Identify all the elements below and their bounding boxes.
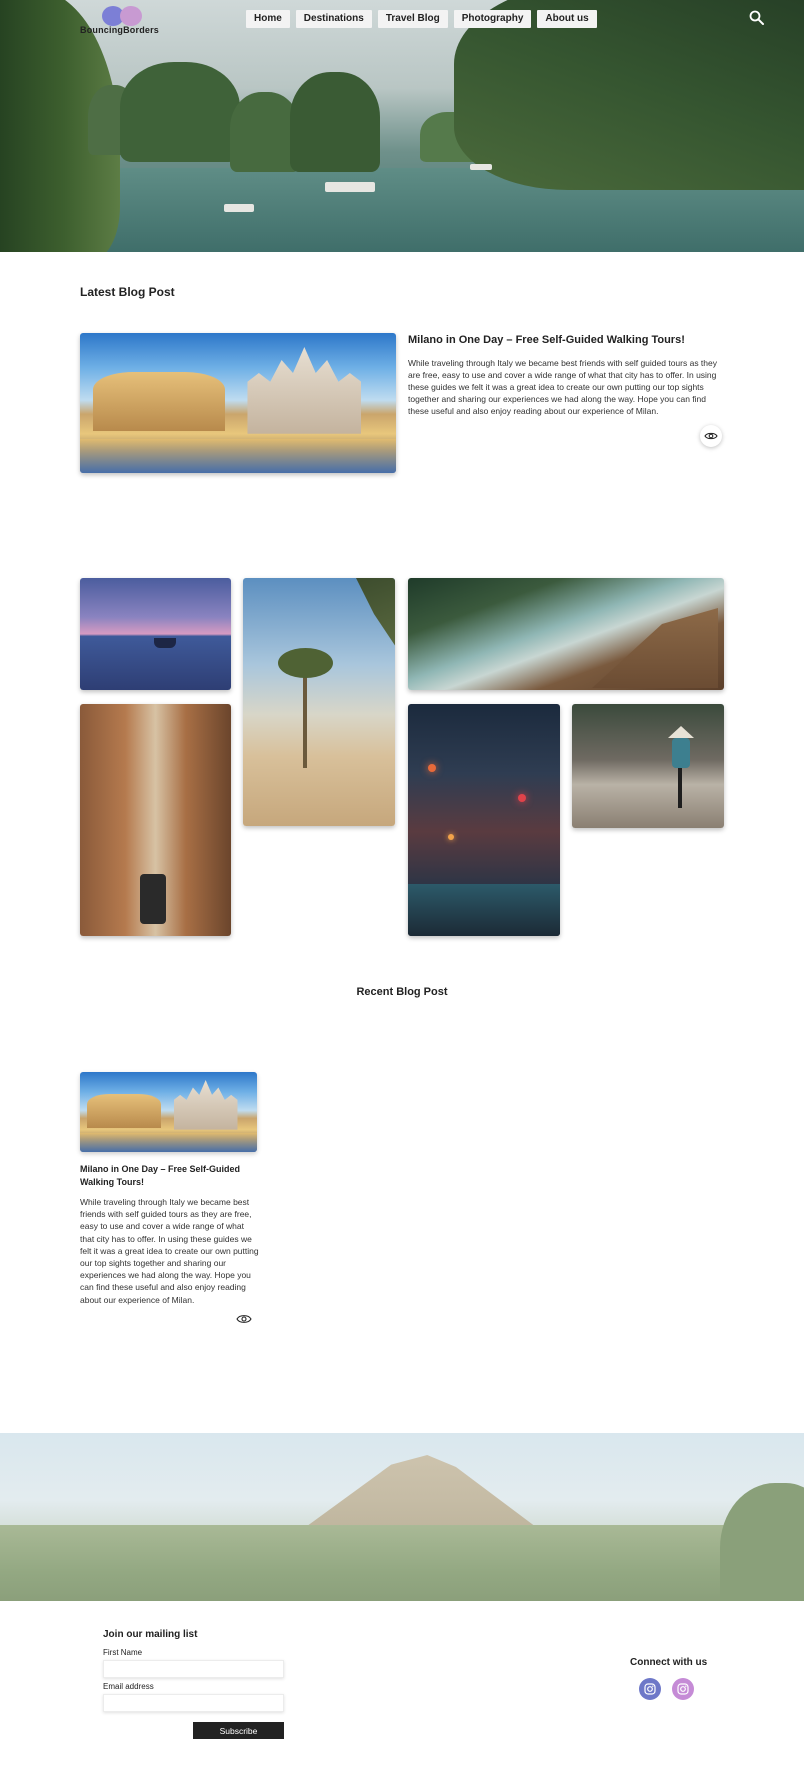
nav-destinations[interactable]: Destinations [295, 10, 372, 28]
first-name-field[interactable] [103, 1660, 284, 1678]
site-logo[interactable]: BouncingBorders [80, 4, 170, 36]
globe-logo-icon [102, 6, 142, 26]
recent-post-excerpt: While traveling through Italy we became … [80, 1197, 259, 1305]
eye-icon[interactable] [700, 425, 722, 447]
karst-cliff-right [454, 0, 804, 190]
main-nav: Home Destinations Travel Blog Photograph… [246, 10, 597, 28]
first-name-label: First Name [103, 1648, 143, 1657]
eye-icon[interactable] [236, 1312, 252, 1324]
featured-post-title[interactable]: Milano in One Day – Free Self-Guided Wal… [408, 334, 728, 346]
instagram-icon[interactable] [639, 1678, 661, 1700]
karst-island [290, 72, 380, 172]
email-field[interactable] [103, 1694, 284, 1712]
recent-post-image[interactable] [80, 1072, 257, 1152]
tree [720, 1483, 804, 1601]
instagram-icon[interactable] [672, 1678, 694, 1700]
gallery-photo-sunset-boat[interactable] [80, 578, 231, 690]
nav-about-us[interactable]: About us [537, 10, 597, 28]
nav-home[interactable]: Home [246, 10, 290, 28]
green-hills [0, 1525, 804, 1601]
latest-blog-heading: Latest Blog Post [80, 285, 175, 299]
footer-banner [0, 1433, 804, 1601]
recent-blog-heading: Recent Blog Post [356, 986, 448, 998]
nav-travel-blog[interactable]: Travel Blog [377, 10, 448, 28]
featured-post-excerpt: While traveling through Italy we became … [408, 358, 717, 416]
hero-banner: BouncingBorders Home Destinations Travel… [0, 0, 804, 252]
search-icon[interactable] [748, 9, 766, 27]
boat [470, 164, 492, 170]
gallery-photo-italian-street[interactable] [80, 704, 231, 936]
gallery-photo-cyclist[interactable] [572, 704, 724, 828]
gallery-photo-night-alley[interactable] [408, 704, 560, 936]
recent-post-title[interactable]: Milano in One Day – Free Self-Guided Wal… [80, 1163, 260, 1189]
gallery-photo-wooden-bridge[interactable] [408, 578, 724, 690]
featured-post-image[interactable] [80, 333, 396, 473]
subscribe-button[interactable]: Subscribe [193, 1722, 284, 1739]
email-label: Email address [103, 1682, 154, 1691]
nav-photography[interactable]: Photography [453, 10, 532, 28]
connect-title: Connect with us [630, 1657, 708, 1668]
mailing-list-title: Join our mailing list [103, 1629, 198, 1640]
gallery-photo-palm-beach[interactable] [243, 578, 395, 826]
logo-text: BouncingBorders [80, 25, 160, 35]
karst-island [120, 62, 240, 162]
boat [224, 204, 254, 212]
boat [325, 182, 375, 192]
